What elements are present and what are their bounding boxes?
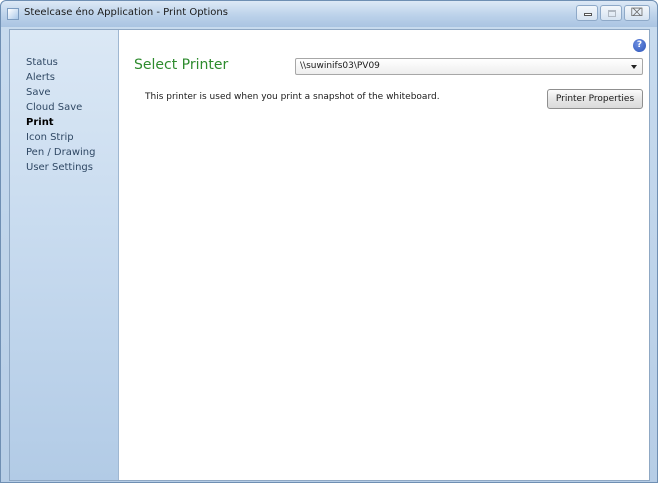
dropdown-arrow-icon	[631, 65, 637, 69]
app-icon	[7, 8, 19, 20]
print-options-content: ? Select Printer \\suwinifs03\PV09 This …	[119, 30, 649, 480]
sidebar-item-alerts[interactable]: Alerts	[10, 70, 118, 85]
printer-select-dropdown[interactable]: \\suwinifs03\PV09	[295, 58, 643, 75]
maximize-button[interactable]	[600, 5, 622, 21]
app-window: Steelcase éno Application - Print Option…	[0, 0, 658, 483]
sidebar-item-icon-strip[interactable]: Icon Strip	[10, 130, 118, 145]
close-icon: ⌧	[630, 6, 644, 19]
maximize-icon	[608, 10, 616, 17]
sidebar-item-save[interactable]: Save	[10, 85, 118, 100]
sidebar-item-cloud-save[interactable]: Cloud Save	[10, 100, 118, 115]
options-panel: Status Alerts Save Cloud Save Print Icon…	[9, 29, 650, 481]
help-icon[interactable]: ?	[633, 39, 646, 52]
caption-buttons: ⌧	[576, 5, 650, 21]
sidebar: Status Alerts Save Cloud Save Print Icon…	[10, 30, 119, 480]
sidebar-item-pen-drawing[interactable]: Pen / Drawing	[10, 145, 118, 160]
minimize-button[interactable]	[576, 5, 598, 21]
printer-description: This printer is used when you print a sn…	[145, 92, 440, 102]
minimize-icon	[584, 13, 592, 16]
printer-properties-button[interactable]: Printer Properties	[547, 89, 643, 109]
sidebar-item-print[interactable]: Print	[10, 115, 118, 130]
title-bar[interactable]: Steelcase éno Application - Print Option…	[1, 1, 657, 27]
sidebar-item-user-settings[interactable]: User Settings	[10, 160, 118, 175]
printer-select-value: \\suwinifs03\PV09	[300, 61, 380, 71]
select-printer-heading: Select Printer	[134, 57, 229, 73]
window-title: Steelcase éno Application - Print Option…	[24, 7, 228, 18]
sidebar-item-status[interactable]: Status	[10, 55, 118, 70]
close-button[interactable]: ⌧	[624, 5, 650, 21]
